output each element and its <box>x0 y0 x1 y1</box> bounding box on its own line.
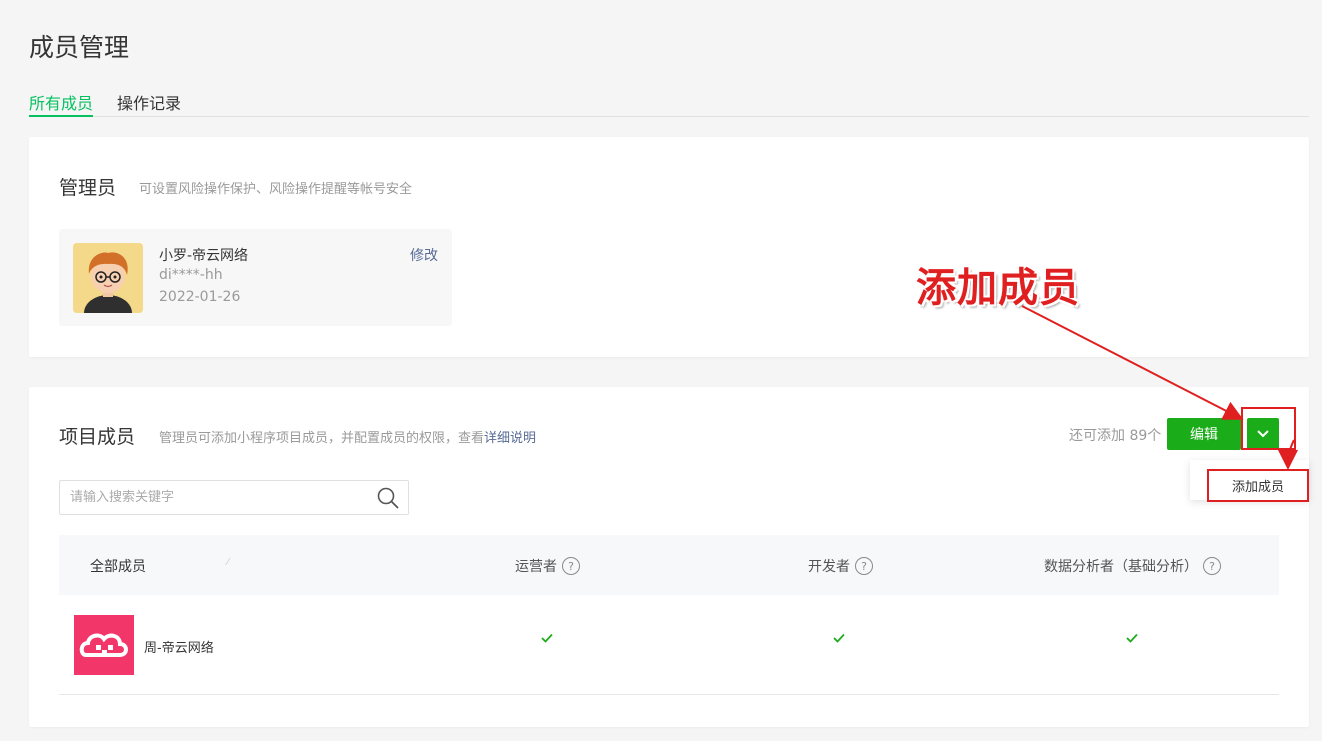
question-circle-icon[interactable]: ? <box>562 557 580 575</box>
sort-indicator-icon: ⁄ <box>227 557 229 568</box>
column-operator-label: 运营者 <box>515 559 557 575</box>
cartoon-avatar-icon <box>73 243 143 313</box>
members-description-text: 管理员可添加小程序项目成员，并配置成员的权限，查看 <box>159 431 485 446</box>
tab-bar: 所有成员 操作记录 <box>29 86 1309 117</box>
column-analyst-label: 数据分析者（基础分析） <box>1044 559 1198 575</box>
admin-card: 管理员 可设置风险操作保护、风险操作提醒等帐号安全 小罗-帝云网络 di****… <box>29 137 1309 357</box>
question-circle-icon[interactable]: ? <box>855 557 873 575</box>
column-operator: 运营者? <box>515 556 580 576</box>
member-avatar <box>74 615 134 675</box>
dropdown-menu: 添加成员 <box>1190 460 1309 502</box>
admin-name: 小罗-帝云网络 <box>159 248 249 264</box>
search-input[interactable] <box>60 481 360 514</box>
cloud-logo-icon <box>74 615 134 675</box>
column-analyst: 数据分析者（基础分析）? <box>1044 556 1221 576</box>
table-row: 周-帝云网络 <box>59 595 1279 695</box>
members-table-header: 全部成员 ⁄ 运营者? 开发者? 数据分析者（基础分析）? <box>59 535 1279 595</box>
check-icon <box>833 633 845 643</box>
admin-section-title: 管理员 <box>59 177 117 199</box>
remaining-count: 还可添加 89个 <box>1069 428 1162 444</box>
members-card: 项目成员 管理员可添加小程序项目成员，并配置成员的权限，查看详细说明 还可添加 … <box>29 387 1309 727</box>
add-member-menu-item[interactable]: 添加成员 <box>1207 469 1309 502</box>
tab-all-members[interactable]: 所有成员 <box>29 90 94 117</box>
admin-section-description: 可设置风险操作保护、风险操作提醒等帐号安全 <box>139 182 413 197</box>
question-circle-icon[interactable]: ? <box>1203 557 1221 575</box>
check-icon <box>1126 633 1138 643</box>
page-title: 成员管理 <box>29 33 130 62</box>
member-name: 周-帝云网络 <box>144 641 214 656</box>
search-icon[interactable] <box>377 487 399 509</box>
admin-date: 2022-01-26 <box>159 289 241 305</box>
admin-avatar <box>73 243 143 313</box>
annotation-label: 添加成员 <box>916 265 1080 311</box>
column-all-members: 全部成员 <box>90 559 146 575</box>
tab-operation-log[interactable]: 操作记录 <box>117 90 181 117</box>
admin-edit-link[interactable]: 修改 <box>410 245 438 265</box>
members-section-description: 管理员可添加小程序项目成员，并配置成员的权限，查看详细说明 <box>159 427 536 446</box>
edit-button[interactable]: 编辑 <box>1167 418 1241 450</box>
search-box <box>59 480 409 515</box>
details-link[interactable]: 详细说明 <box>484 431 536 446</box>
members-section-title: 项目成员 <box>59 426 136 448</box>
admin-id: di****-hh <box>159 267 223 283</box>
column-developer-label: 开发者 <box>808 559 850 575</box>
dropdown-toggle-button[interactable] <box>1247 418 1279 450</box>
column-developer: 开发者? <box>808 556 873 576</box>
admin-info-box: 小罗-帝云网络 di****-hh 2022-01-26 修改 <box>59 229 452 326</box>
check-icon <box>541 633 553 643</box>
chevron-down-icon <box>1257 430 1269 438</box>
